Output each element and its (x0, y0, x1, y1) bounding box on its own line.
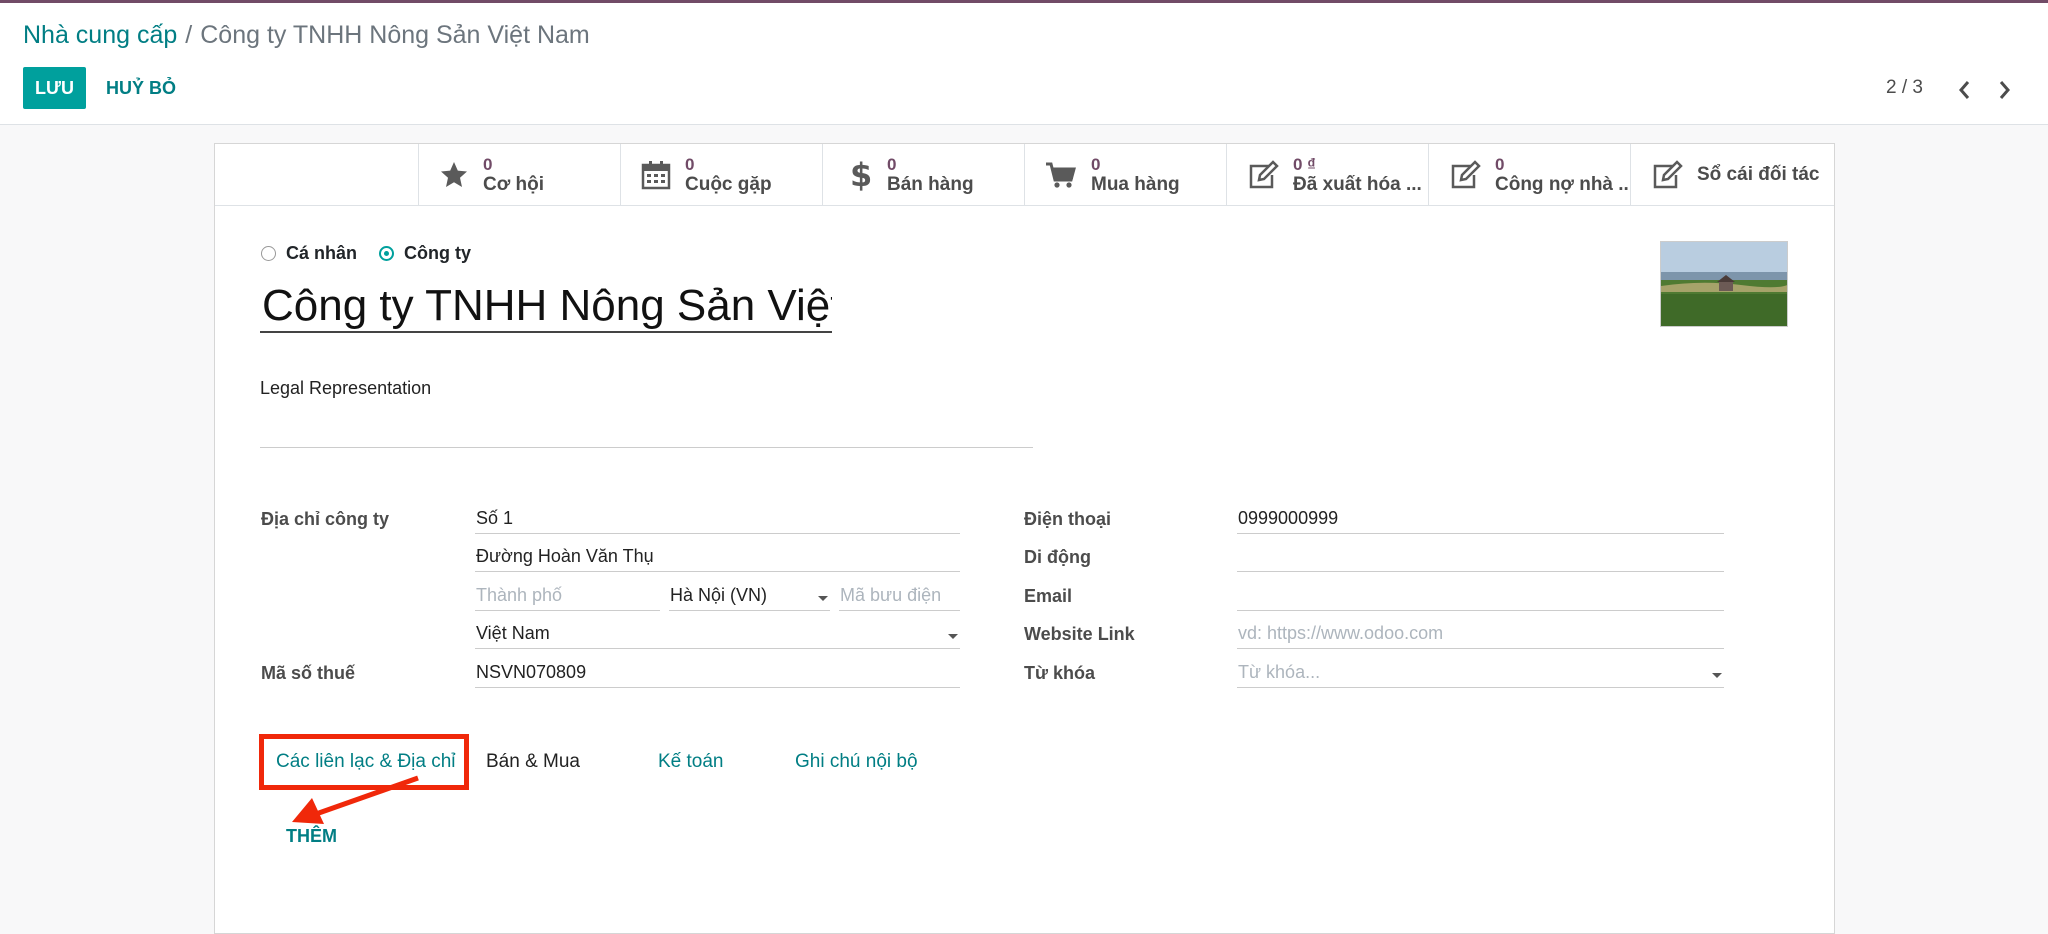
opportunities-count: 0 (483, 155, 493, 174)
svg-text:$: $ (850, 159, 872, 191)
add-contact-button[interactable]: THÊM (286, 826, 337, 847)
chevron-left-icon[interactable] (1955, 79, 1975, 101)
meetings-label: Cuộc gặp (685, 175, 772, 195)
vendor-bills-button[interactable]: 0 Công nợ nhà ... (1428, 144, 1630, 206)
website-input[interactable]: vd: https://www.odoo.com (1237, 621, 1724, 649)
street-input[interactable]: Số 1 (475, 506, 960, 534)
star-icon (441, 162, 467, 187)
tax-id-input[interactable]: NSVN070809 (475, 660, 960, 688)
state-select[interactable]: Hà Nội (VN) (669, 583, 830, 611)
tags-chevron-down-icon[interactable] (1712, 673, 1722, 678)
phone-label: Điện thoại (1024, 509, 1112, 529)
chevron-right-icon[interactable] (1994, 79, 2014, 101)
mobile-input[interactable] (1237, 544, 1724, 572)
sales-label: Bán hàng (887, 175, 974, 195)
sales-count: 0 (887, 155, 897, 174)
opportunities-button[interactable]: 0 Cơ hội (418, 144, 620, 206)
breadcrumb-separator: / (185, 21, 193, 49)
tax-id-label: Mã số thuế (261, 663, 356, 683)
radio-individual-label[interactable]: Cá nhân (286, 243, 357, 264)
vendor-bills-count: 0 (1495, 155, 1505, 174)
company-image[interactable] (1660, 241, 1788, 327)
invoiced-button[interactable]: 0 ₫ Đã xuất hóa ... (1226, 144, 1428, 206)
zip-input[interactable]: Mã bưu điện (839, 583, 960, 611)
edit-icon (1249, 160, 1279, 189)
street2-input[interactable]: Đường Hoàn Văn Thụ (475, 544, 960, 572)
tags-input[interactable]: Từ khóa... (1237, 660, 1724, 688)
radio-individual[interactable] (261, 246, 276, 261)
address-label: Địa chỉ công ty (261, 509, 390, 529)
legal-representation-input[interactable] (260, 447, 1033, 448)
city-input[interactable]: Thành phố (475, 583, 660, 611)
company-name-input[interactable]: Công ty TNHH Nông Sản Việt (260, 281, 832, 333)
state-chevron-down-icon[interactable] (818, 596, 828, 601)
meetings-button[interactable]: 0 Cuộc gặp (620, 144, 822, 206)
annotation-arrow-icon (292, 775, 419, 824)
purchases-label: Mua hàng (1091, 175, 1180, 195)
discard-button[interactable]: HUỶ BỎ (96, 67, 186, 109)
smart-button-box: 0 Cơ hội 0 Cuộc gặp $ 0 Bán hàng 0 Mua h… (215, 144, 1834, 206)
legal-representation-label: Legal Representation (260, 378, 432, 398)
pager-value[interactable]: 2 / 3 (1886, 77, 1923, 99)
cart-icon (1046, 162, 1076, 188)
breadcrumb: Nhà cung cấp / Công ty TNHH Nông Sản Việt … (23, 21, 590, 50)
company-type-selector: Cá nhân Công ty (261, 243, 493, 264)
radio-company[interactable] (379, 246, 395, 261)
purchases-button[interactable]: 0 Mua hàng (1024, 144, 1226, 206)
sales-button[interactable]: $ 0 Bán hàng (822, 144, 1024, 206)
country-select[interactable]: Việt Nam (475, 621, 960, 649)
purchases-count: 0 (1091, 155, 1101, 174)
tab-internal-notes[interactable]: Ghi chú nội bộ (795, 734, 918, 790)
dollar-icon: $ (850, 159, 872, 191)
mobile-label: Di động (1024, 547, 1091, 567)
vendor-bills-label: Công nợ nhà ... (1495, 175, 1630, 195)
phone-input[interactable]: 0999000999 (1237, 506, 1724, 534)
partner-ledger-label: Sổ cái đối tác (1697, 164, 1820, 185)
website-label: Website Link (1024, 624, 1135, 644)
tab-accounting[interactable]: Kế toán (658, 734, 724, 790)
tab-sales-purchase[interactable]: Bán & Mua (486, 734, 580, 790)
email-label: Email (1024, 586, 1073, 606)
radio-company-label[interactable]: Công ty (404, 243, 471, 264)
invoiced-label: Đã xuất hóa ... (1293, 175, 1422, 195)
country-chevron-down-icon[interactable] (948, 634, 958, 639)
invoiced-amount: 0 ₫ (1293, 155, 1316, 174)
meetings-count: 0 (685, 155, 695, 174)
edit-icon (1653, 160, 1683, 189)
form-sheet: 0 Cơ hội 0 Cuộc gặp $ 0 Bán hàng 0 Mua h… (214, 143, 1835, 934)
control-panel: Nhà cung cấp / Công ty TNHH Nông Sản Việt … (0, 3, 2048, 125)
tags-label: Từ khóa (1024, 663, 1096, 683)
edit-icon (1451, 160, 1481, 189)
save-button[interactable]: LƯU (23, 67, 86, 109)
opportunities-label: Cơ hội (483, 175, 544, 195)
calendar-icon (641, 161, 671, 190)
partner-ledger-button[interactable]: Sổ cái đối tác (1630, 144, 1834, 206)
breadcrumb-current: Công ty TNHH Nông Sản Việt Nam (200, 21, 590, 49)
breadcrumb-parent-link[interactable]: Nhà cung cấp (23, 21, 177, 49)
email-input[interactable] (1237, 583, 1724, 611)
